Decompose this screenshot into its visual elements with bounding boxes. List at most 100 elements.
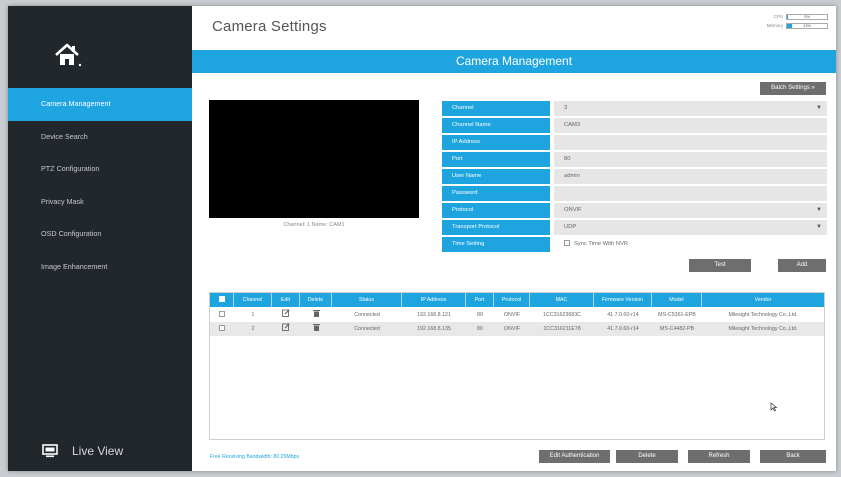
password-label: Password — [442, 186, 550, 201]
sidebar-item-ptz-configuration[interactable]: PTZ Configuration — [8, 153, 192, 186]
bandwidth-status: Free Receiving Bandwidth: 80.25Mbps — [210, 454, 300, 460]
form-row-password: Password — [442, 185, 827, 202]
double-chevron-right-icon: » — [811, 85, 815, 91]
select-all-cell — [210, 293, 234, 307]
transport-protocol-label: Transport Protocol — [442, 220, 550, 235]
sync-time-checkbox[interactable] — [564, 240, 570, 246]
cpu-label: CPU — [773, 14, 783, 19]
user-name-label: User Name — [442, 169, 550, 184]
delete-button[interactable]: Delete — [616, 450, 678, 463]
camera-table: Channel Edit Delete Status IP Address Po… — [209, 292, 825, 440]
resource-meters: CPU 3% Memory 13% — [748, 12, 828, 30]
cell-protocol: ONVIF — [503, 326, 521, 332]
main-content: Camera Settings CPU 3% Memory 13% Camera… — [192, 6, 836, 471]
edit-authentication-button[interactable]: Edit Authentication — [539, 450, 610, 463]
live-view-label: Live View — [72, 444, 124, 458]
monitor-icon — [42, 444, 58, 458]
col-header: IP Address — [402, 293, 466, 307]
dropdown-arrow-icon: ▼ — [816, 224, 822, 230]
table-header: Channel Edit Delete Status IP Address Po… — [210, 293, 824, 307]
edit-icon[interactable] — [282, 309, 290, 318]
col-header: Protocol — [494, 293, 530, 307]
port-input[interactable]: 80 — [554, 152, 827, 167]
sidebar-item-camera-management[interactable]: Camera Management — [8, 88, 192, 121]
form-row-port: Port 80 — [442, 151, 827, 168]
cell-firmware: 41.7.0.60-r14 — [607, 312, 639, 318]
ip-address-input[interactable] — [554, 135, 827, 150]
cell-protocol: ONVIF — [503, 312, 521, 318]
protocol-select[interactable]: ONVIF ▼ — [554, 203, 827, 218]
mouse-cursor-icon — [770, 402, 778, 412]
row-checkbox[interactable] — [219, 325, 225, 331]
sidebar: Camera Management Device Search PTZ Conf… — [8, 6, 192, 471]
col-header: Vendor — [754, 297, 772, 303]
col-header: Delete — [300, 293, 332, 307]
channel-name-label: Channel Name — [442, 118, 550, 133]
form-row-ip-address: IP Address — [442, 134, 827, 151]
back-button[interactable]: Back — [760, 450, 826, 463]
cell-mac: 1CC316211E78 — [543, 326, 581, 332]
cell-port: 80 — [477, 312, 483, 318]
cell-status: Connected — [354, 326, 380, 332]
sidebar-item-osd-configuration[interactable]: OSD Configuration — [8, 218, 192, 251]
time-setting-label: Time Setting — [442, 237, 550, 252]
channel-select[interactable]: 3 ▼ — [554, 101, 827, 116]
cell-model: MS-C4482-PB — [659, 326, 695, 332]
col-header: Firmware Version — [594, 293, 652, 307]
cell-firmware: 41.7.0.60-r14 — [607, 326, 639, 332]
port-label: Port — [442, 152, 550, 167]
sync-time-checkbox-field: Sync Time With NVR — [554, 237, 827, 252]
cell-ip-address: 192.168.8.135 — [417, 326, 451, 332]
cell-model: MS-C5361-EPB — [658, 312, 696, 318]
table-row[interactable]: 1 Connected 192.168.8.121 80 ONVIF 1CC31… — [210, 308, 824, 322]
dropdown-arrow-icon: ▼ — [816, 207, 822, 213]
cell-port: 80 — [477, 326, 483, 332]
dropdown-arrow-icon: ▼ — [816, 105, 822, 111]
cell-status: Connected — [354, 312, 380, 318]
home-icon[interactable] — [52, 40, 82, 70]
edit-icon[interactable] — [282, 323, 290, 332]
memory-meter: Memory 13% — [748, 21, 828, 30]
col-header: MAC — [530, 293, 594, 307]
col-header: Model — [652, 293, 702, 307]
live-view-button[interactable]: Live View — [8, 436, 192, 466]
transport-protocol-select[interactable]: UDP ▼ — [554, 220, 827, 235]
preview-caption: Channel: 1 Name: CAM1 — [283, 222, 345, 228]
cpu-value: 3% — [804, 14, 810, 19]
page-title: Camera Settings — [212, 18, 327, 35]
add-button[interactable]: Add — [778, 259, 826, 272]
channel-label: Channel — [442, 101, 550, 116]
password-input[interactable] — [554, 186, 827, 201]
batch-settings-button[interactable]: Batch Settings » — [760, 82, 826, 95]
refresh-button[interactable]: Refresh — [688, 450, 750, 463]
test-button[interactable]: Test — [689, 259, 751, 272]
camera-form: Channel 3 ▼ Channel Name CAM3 IP Address … — [442, 100, 827, 253]
cell-channel: 1 — [251, 312, 255, 318]
sidebar-item-device-search[interactable]: Device Search — [8, 121, 192, 154]
form-row-transport-protocol: Transport Protocol UDP ▼ — [442, 219, 827, 236]
form-row-channel: Channel 3 ▼ — [442, 100, 827, 117]
select-all-checkbox[interactable] — [218, 296, 225, 302]
protocol-label: Protocol — [442, 203, 550, 218]
cell-ip-address: 192.168.8.121 — [417, 312, 451, 318]
sync-time-label: Sync Time With NVR — [574, 241, 629, 247]
channel-name-input[interactable]: CAM3 — [554, 118, 827, 133]
trash-icon[interactable] — [312, 310, 320, 318]
col-header: Edit — [272, 293, 300, 307]
table-row[interactable]: 2 Connected 192.168.8.135 80 ONVIF 1CC31… — [210, 322, 824, 336]
batch-settings-label: Batch Settings — [771, 85, 810, 91]
camera-preview — [209, 100, 419, 218]
col-header: Port — [466, 293, 494, 307]
memory-value: 13% — [802, 23, 811, 28]
cell-vendor: Milesight Technology Co.,Ltd. — [728, 326, 798, 332]
col-header: Status — [332, 293, 402, 307]
form-row-protocol: Protocol ONVIF ▼ — [442, 202, 827, 219]
row-checkbox[interactable] — [219, 311, 225, 317]
trash-icon[interactable] — [312, 324, 320, 332]
form-row-user-name: User Name admin — [442, 168, 827, 185]
sidebar-item-privacy-mask[interactable]: Privacy Mask — [8, 186, 192, 219]
col-header: Channel — [234, 293, 272, 307]
cell-vendor: Milesight Technology Co.,Ltd. — [728, 312, 798, 318]
sidebar-item-image-enhancement[interactable]: Image Enhancement — [8, 251, 192, 284]
user-name-input[interactable]: admin — [554, 169, 827, 184]
